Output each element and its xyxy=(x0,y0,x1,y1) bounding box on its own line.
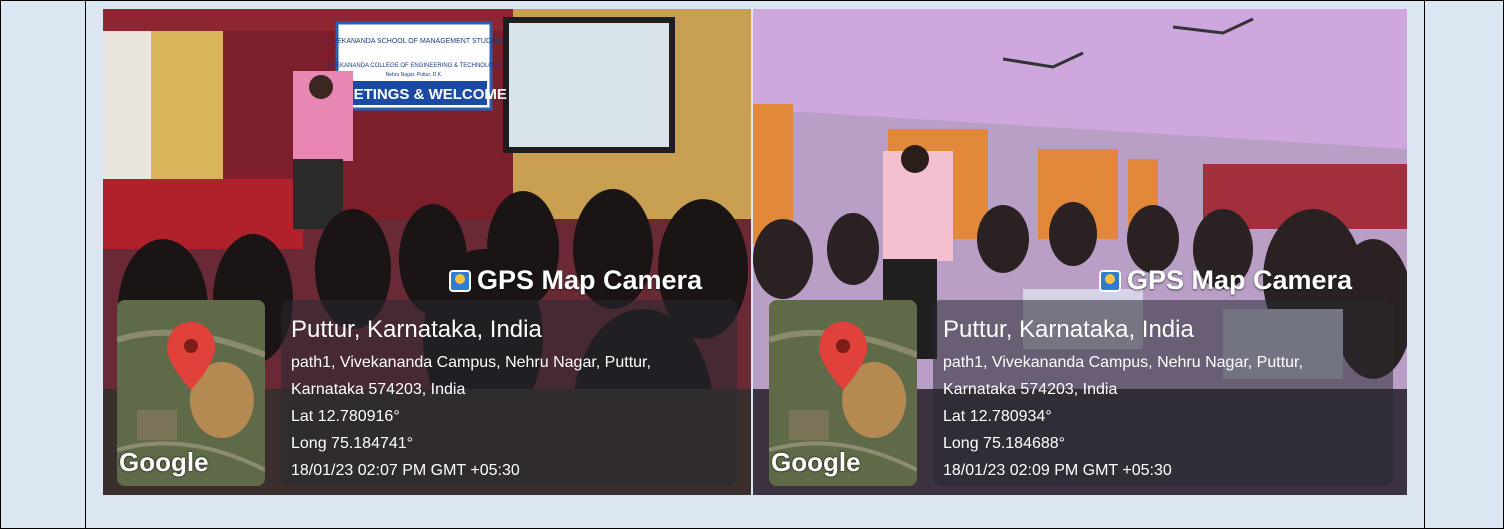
event-photo-classroom: GPS Map Camera Google Puttur, Karnataka,… xyxy=(753,9,1407,495)
banner-address-text: Nehru Nagar, Puttur, D.K. xyxy=(386,72,443,78)
location-title: Puttur, Karnataka, India xyxy=(291,316,542,343)
gps-camera-logo-icon xyxy=(1099,269,1121,292)
gps-badge-label: GPS Map Camera xyxy=(1127,265,1353,295)
event-photo-seminar-hall: VIVEKANANDA SCHOOL OF MANAGEMENT STUDIES… xyxy=(103,9,751,495)
latitude-text: Lat 12.780916° xyxy=(291,408,400,425)
address-line-1: path1, Vivekananda Campus, Nehru Nagar, … xyxy=(943,354,1303,371)
address-line-2: Karnataka 574203, India xyxy=(291,381,466,398)
table-column-divider xyxy=(85,1,86,528)
gps-map-camera-badge: GPS Map Camera xyxy=(1099,265,1352,296)
table-cell-frame: VIVEKANANDA SCHOOL OF MANAGEMENT STUDIES… xyxy=(0,0,1504,529)
latitude-text: Lat 12.780934° xyxy=(943,408,1052,425)
banner-school-text: VIVEKANANDA SCHOOL OF MANAGEMENT STUDIES xyxy=(326,38,503,45)
timestamp-text: 18/01/23 02:07 PM GMT +05:30 xyxy=(291,462,520,479)
address-line-2: Karnataka 574203, India xyxy=(943,381,1118,398)
timestamp-text: 18/01/23 02:09 PM GMT +05:30 xyxy=(943,462,1172,479)
gps-camera-logo-icon xyxy=(449,269,471,292)
location-minimap: Google xyxy=(117,300,265,486)
location-minimap: Google xyxy=(769,300,917,486)
gps-badge-label: GPS Map Camera xyxy=(477,265,703,295)
gps-map-camera-badge: GPS Map Camera xyxy=(449,265,702,296)
longitude-text: Long 75.184688° xyxy=(943,435,1066,452)
location-info-panel: Puttur, Karnataka, India path1, Vivekana… xyxy=(281,300,737,486)
longitude-text: Long 75.184741° xyxy=(291,435,414,452)
table-column-divider xyxy=(1424,1,1425,528)
banner-college-text: VIVEKANANDA COLLEGE OF ENGINEERING & TEC… xyxy=(326,63,501,69)
location-title: Puttur, Karnataka, India xyxy=(943,316,1194,343)
location-info-panel: Puttur, Karnataka, India path1, Vivekana… xyxy=(933,300,1393,486)
address-line-1: path1, Vivekananda Campus, Nehru Nagar, … xyxy=(291,354,651,371)
google-logo: Google xyxy=(771,447,861,477)
google-logo: Google xyxy=(119,447,209,477)
